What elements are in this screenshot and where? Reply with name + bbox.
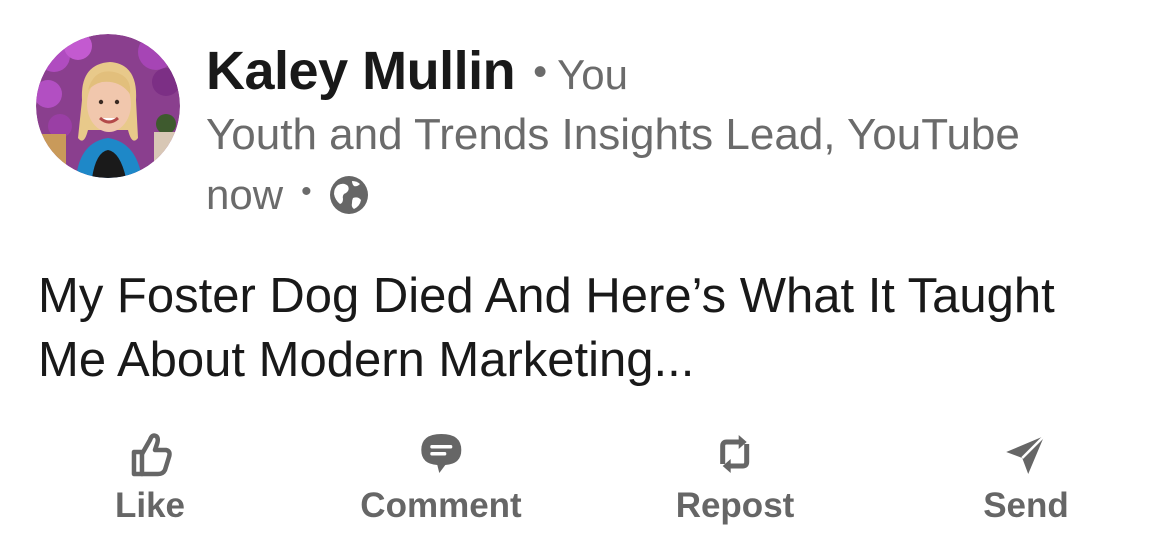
send-button[interactable]: Send xyxy=(983,428,1069,526)
relation-label: You xyxy=(557,51,628,98)
comment-button[interactable]: Comment xyxy=(360,428,522,526)
profile-photo xyxy=(36,34,180,178)
comment-label: Comment xyxy=(360,486,522,525)
like-label: Like xyxy=(114,486,186,525)
globe-icon xyxy=(328,174,370,216)
comment-icon xyxy=(421,434,461,473)
send-label: Send xyxy=(983,486,1069,525)
repost-label: Repost xyxy=(675,486,795,525)
post-time: now xyxy=(206,171,284,218)
author-line: Kaley Mullin • You xyxy=(206,40,628,104)
send-icon xyxy=(1005,435,1045,474)
repost-button[interactable]: Repost xyxy=(675,428,795,526)
action-bar: Like Comment Repost Send xyxy=(0,428,1170,538)
repost-icon xyxy=(720,435,750,473)
post-meta: now • xyxy=(206,168,370,222)
thumbs-up-icon xyxy=(131,433,172,477)
avatar[interactable] xyxy=(36,34,180,178)
author-headline: Youth and Trends Insights Lead, YouTube xyxy=(206,110,1020,159)
author-name[interactable]: Kaley Mullin xyxy=(206,40,516,102)
separator-dot: • xyxy=(301,175,312,208)
like-button[interactable]: Like xyxy=(115,428,185,526)
separator-dot: • xyxy=(533,50,548,94)
post-body[interactable]: My Foster Dog Died And Here’s What It Ta… xyxy=(38,264,1128,392)
feed-post: Kaley Mullin • You Youth and Trends Insi… xyxy=(0,0,1170,538)
